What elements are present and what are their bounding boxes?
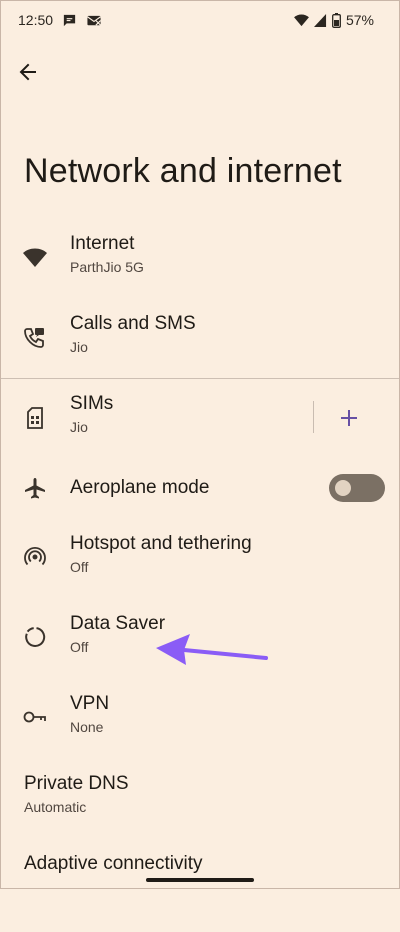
mail-off-icon	[87, 15, 101, 26]
home-indicator[interactable]	[146, 878, 254, 882]
sims-subtitle: Jio	[70, 419, 88, 435]
airplane-icon	[22, 475, 48, 501]
private-dns-title: Private DNS	[24, 773, 129, 794]
aeroplane-mode-toggle[interactable]	[329, 474, 385, 502]
notification-icons	[62, 13, 102, 28]
sims-separator	[313, 401, 314, 433]
aeroplane-mode-title: Aeroplane mode	[70, 477, 210, 498]
chat-bubble-icon	[63, 14, 76, 27]
internet-title: Internet	[70, 233, 135, 254]
internet-subtitle: ParthJio 5G	[70, 259, 144, 275]
internet-item[interactable]: Internet ParthJio 5G	[0, 232, 400, 312]
private-dns-item[interactable]: Private DNS Automatic	[0, 772, 400, 852]
annotation-arrow	[156, 634, 268, 665]
private-dns-subtitle: Automatic	[24, 799, 87, 815]
arrow-back-icon	[19, 63, 36, 81]
hotspot-title: Hotspot and tethering	[70, 533, 252, 554]
calls-and-sms-item[interactable]: Calls and SMS Jio	[0, 312, 400, 392]
back-button[interactable]	[14, 58, 42, 86]
battery-icon	[332, 12, 341, 28]
add-sim-button[interactable]	[335, 404, 363, 432]
adaptive-connectivity-title: Adaptive connectivity	[24, 853, 203, 874]
page-title: Network and internet	[24, 152, 342, 190]
vpn-title: VPN	[70, 693, 110, 714]
battery-percentage: 57%	[345, 12, 374, 28]
calls-sms-title: Calls and SMS	[70, 313, 196, 334]
vpn-item[interactable]: VPN None	[0, 692, 400, 772]
hotspot-tethering-item[interactable]: Hotspot and tethering Off	[0, 532, 400, 612]
sim-card-icon	[22, 405, 48, 431]
adaptive-connectivity-item[interactable]: Adaptive connectivity	[0, 852, 400, 932]
vpn-key-icon	[22, 704, 48, 730]
sims-title: SIMs	[70, 393, 114, 414]
calls-sms-icon	[22, 324, 48, 350]
wifi-icon	[22, 245, 48, 271]
calls-sms-subtitle: Jio	[70, 339, 88, 355]
status-bar: 12:50 57%	[0, 0, 400, 44]
status-time: 12:50	[18, 12, 54, 28]
plus-icon	[341, 410, 357, 426]
data-saver-icon	[22, 624, 48, 650]
section-divider	[0, 378, 400, 379]
hotspot-icon	[22, 544, 48, 570]
hotspot-subtitle: Off	[70, 559, 89, 575]
signal-icon	[313, 13, 327, 27]
wifi-status-icon	[294, 13, 309, 26]
toggle-knob	[335, 480, 351, 496]
system-status: 57%	[294, 12, 374, 28]
vpn-subtitle: None	[70, 719, 104, 735]
